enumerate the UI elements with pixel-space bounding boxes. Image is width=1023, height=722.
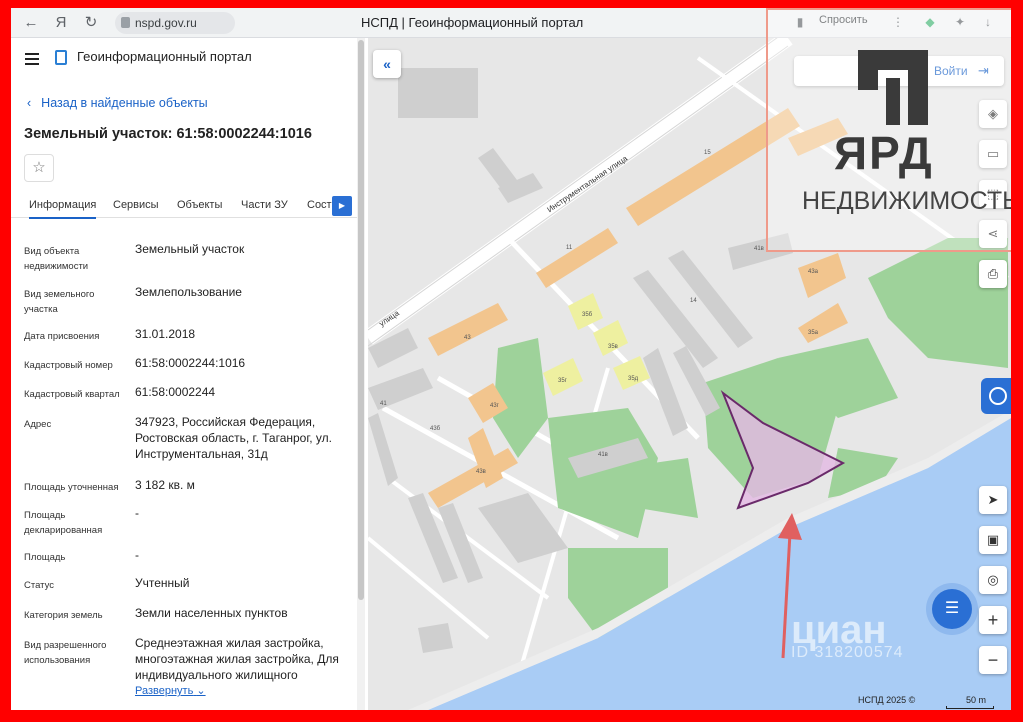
navigate-icon[interactable]: ➤	[979, 486, 1007, 514]
reload-icon[interactable]: ↻	[81, 13, 101, 33]
field-value: -	[135, 506, 139, 520]
building-number: 41в	[754, 246, 764, 252]
url-text: nspd.gov.ru	[135, 16, 197, 30]
building-number: 43а	[808, 269, 819, 275]
building-number: 15	[704, 150, 711, 156]
field-label: Площадь уточненная	[24, 482, 119, 493]
field-value: Среднеэтажная жилая застройка, многоэтаж…	[135, 636, 339, 682]
building-number: 43	[464, 335, 471, 341]
field-value: 61:58:0002244:1016	[135, 356, 246, 370]
screenshot-frame: ← Я ↻ nspd.gov.ru НСПД | Геоинформационн…	[11, 8, 1011, 710]
field-label: Кадастровый номер	[24, 360, 113, 371]
back-arrow-icon[interactable]: ←	[21, 13, 41, 33]
scale-bar	[946, 706, 994, 709]
object-sidebar: Геоинформационный портал ‹ Назад в найден…	[11, 38, 359, 710]
field-label: Вид разрешенного использования	[24, 640, 107, 666]
building-number: 35г	[558, 378, 567, 384]
field-label: Дата присвоения	[24, 331, 100, 342]
collapse-sidebar-button[interactable]: «	[373, 50, 401, 78]
favorite-star-icon[interactable]: ☆	[24, 154, 54, 182]
minimap-icon[interactable]: ▣	[979, 526, 1007, 554]
sidebar-scrollbar-thumb[interactable]	[358, 40, 364, 600]
expand-link[interactable]: Развернуть ⌄	[135, 684, 206, 697]
zoom-in-icon[interactable]: +	[979, 606, 1007, 634]
portal-title: Геоинформационный портал	[77, 49, 252, 64]
building-number: 43г	[490, 403, 499, 409]
portal-logo-icon	[55, 50, 67, 65]
yandex-icon[interactable]: Я	[51, 13, 71, 33]
yard-watermark: ЯРД НЕДВИЖИМОСТЬ	[766, 8, 1011, 252]
field-value: 347923, Российская Федерация, Ростовская…	[135, 415, 333, 461]
chat-icon[interactable]: ☰	[932, 589, 972, 629]
field-value: Учтенный	[135, 576, 190, 590]
field-value: 61:58:0002244	[135, 385, 216, 399]
zoom-out-icon[interactable]: −	[979, 646, 1007, 674]
chevron-left-icon: ‹	[27, 96, 32, 110]
tabs-scroll-right-icon[interactable]: ▶	[332, 196, 352, 216]
building-number: 35б	[582, 312, 593, 318]
field-value: 31.01.2018	[135, 327, 196, 341]
map-copyright: НСПД 2025 ©	[858, 695, 916, 705]
page-title: НСПД | Геоинформационный портал	[361, 15, 584, 30]
object-tabs: Информация Сервисы Объекты Части ЗУ Сост…	[11, 190, 357, 219]
building-number: 35в	[608, 344, 618, 350]
building-number: 14	[690, 298, 697, 304]
field-value: 3 182 кв. м	[135, 478, 195, 492]
watermark-brand: ЯРД	[834, 127, 934, 179]
tab-parcel-parts[interactable]: Части ЗУ	[241, 199, 288, 211]
field-label: Категория земель	[24, 610, 103, 621]
field-label: Площадь декларированная	[24, 510, 103, 536]
field-label: Вид объекта недвижимости	[24, 246, 89, 272]
building-number: 43б	[430, 426, 441, 432]
scale-label: 50 m	[966, 695, 987, 705]
building-number: 43в	[476, 469, 486, 475]
building-number: 35д	[628, 376, 639, 382]
geolocation-icon[interactable]: ◎	[979, 566, 1007, 594]
building-number: 35а	[808, 330, 819, 336]
back-link-label: Назад в найденные объекты	[41, 96, 208, 110]
building-number: 41в	[598, 452, 608, 458]
field-value: Земельный участок	[135, 242, 245, 256]
yard-logo-icon	[858, 50, 928, 125]
field-label: Кадастровый квартал	[24, 389, 120, 400]
field-label: Площадь	[24, 552, 66, 563]
tab-information[interactable]: Информация	[29, 199, 97, 219]
parcel-title: Земельный участок: 61:58:0002244:1016	[24, 126, 312, 142]
cian-listing-id: ID 318200574	[791, 644, 904, 661]
field-value: Земли населенных пунктов	[135, 606, 288, 620]
address-bar[interactable]: nspd.gov.ru	[115, 12, 235, 34]
print-icon[interactable]: ⎙	[979, 260, 1007, 288]
building-number: 11	[566, 245, 573, 251]
field-value: -	[135, 548, 139, 562]
field-label: Адрес	[24, 419, 52, 430]
tab-objects[interactable]: Объекты	[177, 199, 222, 211]
menu-icon[interactable]	[25, 53, 39, 65]
field-label: Вид земельного участка	[24, 289, 95, 315]
tab-services[interactable]: Сервисы	[113, 199, 159, 211]
building-number: 41	[380, 401, 387, 407]
assistant-tab-icon[interactable]	[981, 378, 1011, 414]
watermark-subtitle: НЕДВИЖИМОСТЬ	[802, 187, 1011, 215]
field-label: Статус	[24, 580, 55, 591]
field-value: Землепользование	[135, 285, 242, 299]
chevron-down-icon: ⌄	[196, 685, 206, 697]
site-info-icon	[121, 17, 130, 28]
expand-label: Развернуть	[135, 685, 194, 697]
back-to-results-link[interactable]: ‹ Назад в найденные объекты	[27, 96, 208, 110]
